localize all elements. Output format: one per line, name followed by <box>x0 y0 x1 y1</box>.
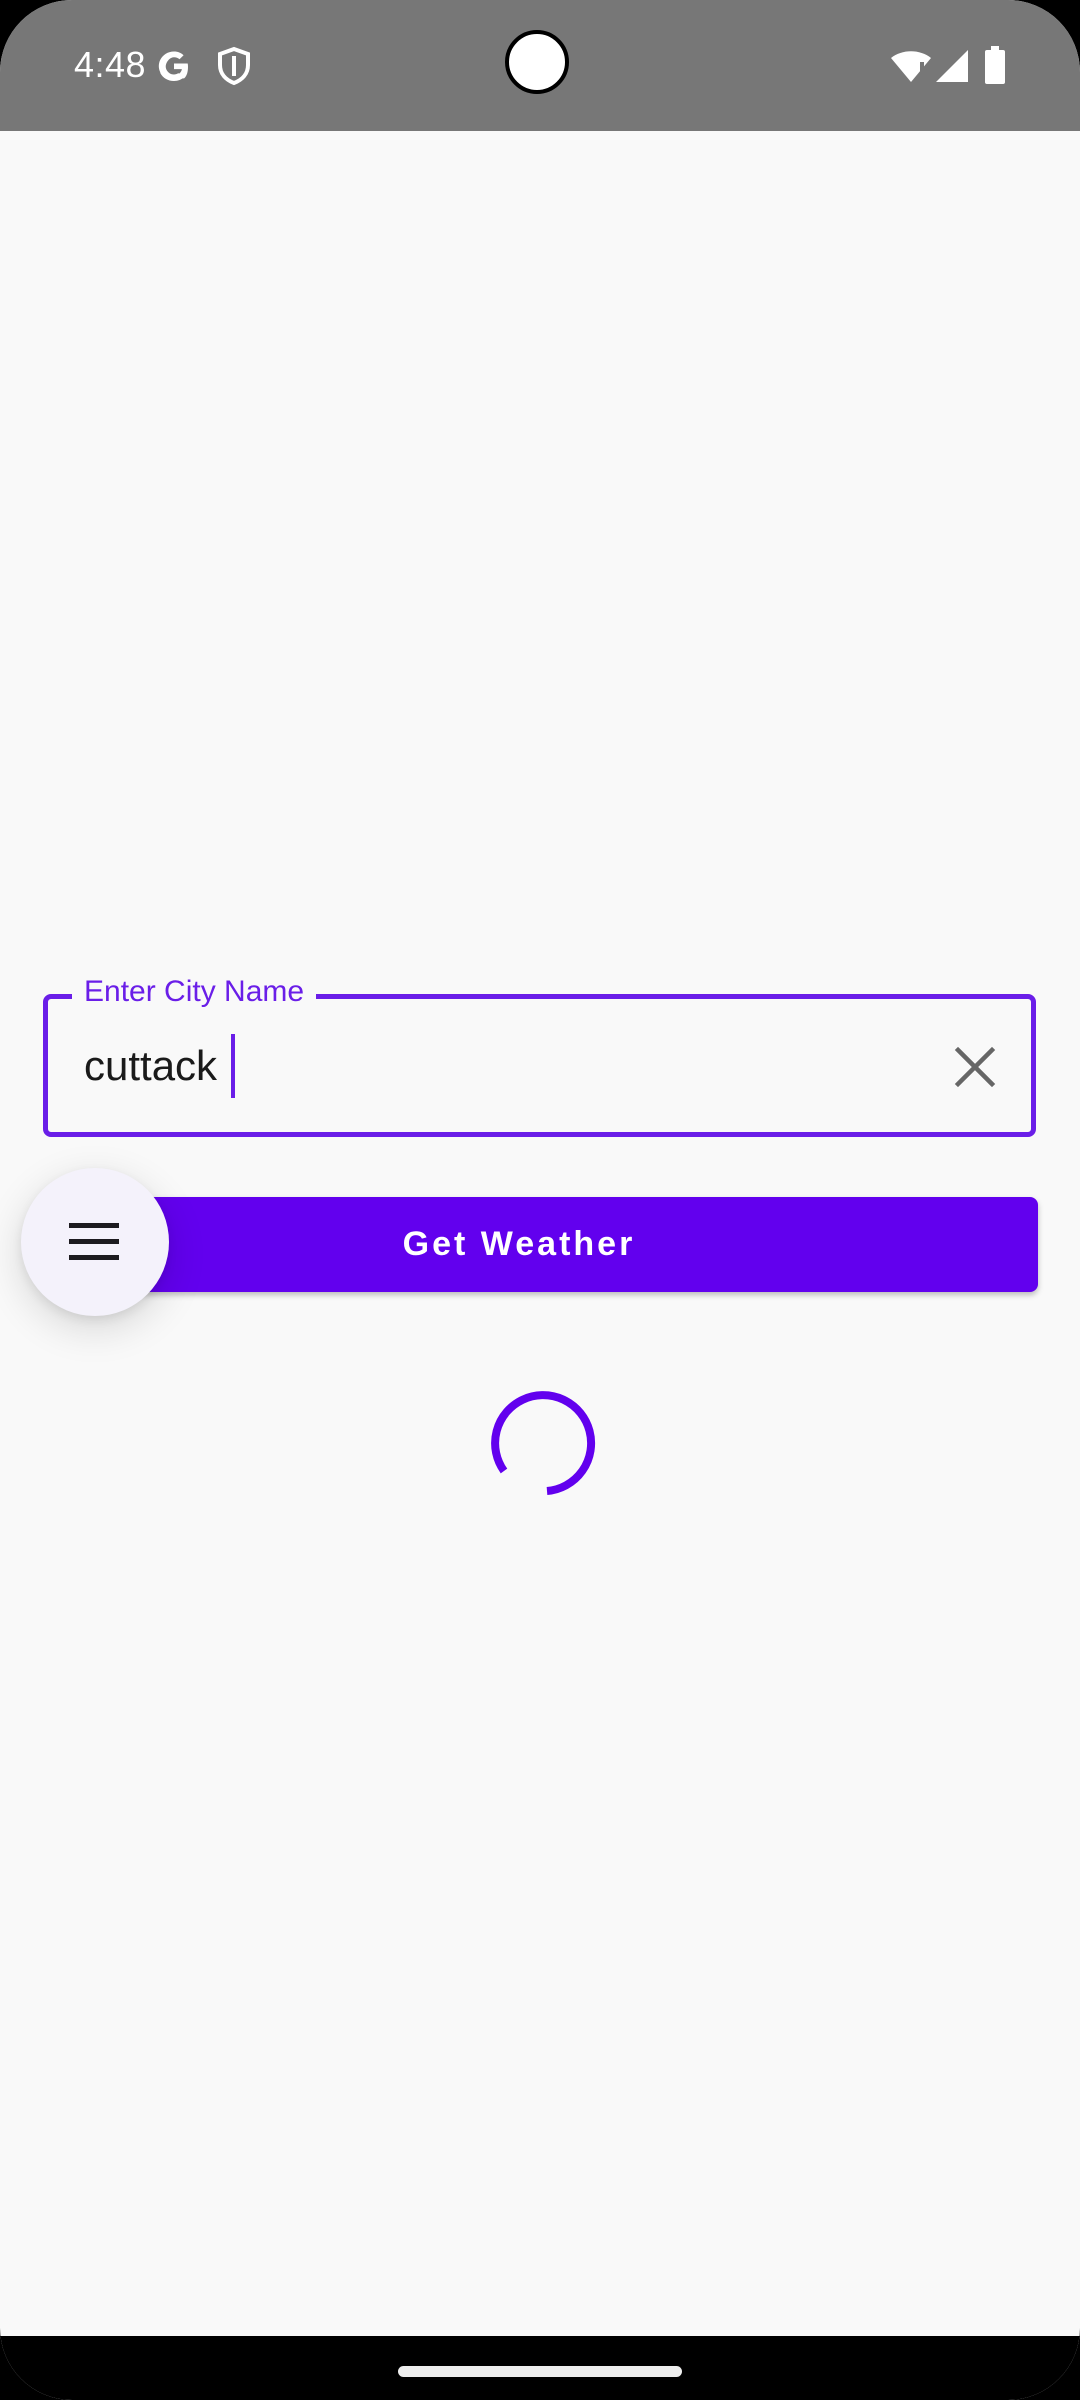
signal-icon <box>936 50 968 82</box>
city-name-label: Enter City Name <box>72 973 317 1011</box>
menu-icon <box>69 1223 119 1260</box>
status-bar: 4:48 <box>0 0 1080 131</box>
front-camera <box>505 30 569 94</box>
get-weather-button[interactable]: Get Weather <box>120 1197 1038 1292</box>
battery-icon <box>985 46 1005 84</box>
status-time: 4:48 <box>74 44 147 85</box>
city-name-input[interactable]: cuttack <box>84 1038 217 1094</box>
app-screen: 4:48 Enter City Name cuttack Get Weather <box>0 0 1080 2400</box>
progress-spinner-icon <box>491 1391 596 1495</box>
home-indicator[interactable] <box>398 2366 682 2377</box>
text-cursor <box>231 1034 235 1098</box>
shield-icon <box>218 46 250 86</box>
wifi-icon <box>891 51 931 82</box>
get-weather-label: Get Weather <box>402 1225 636 1263</box>
close-icon[interactable] <box>950 1042 1000 1092</box>
google-g-icon <box>158 51 188 81</box>
menu-fab[interactable] <box>21 1168 169 1316</box>
